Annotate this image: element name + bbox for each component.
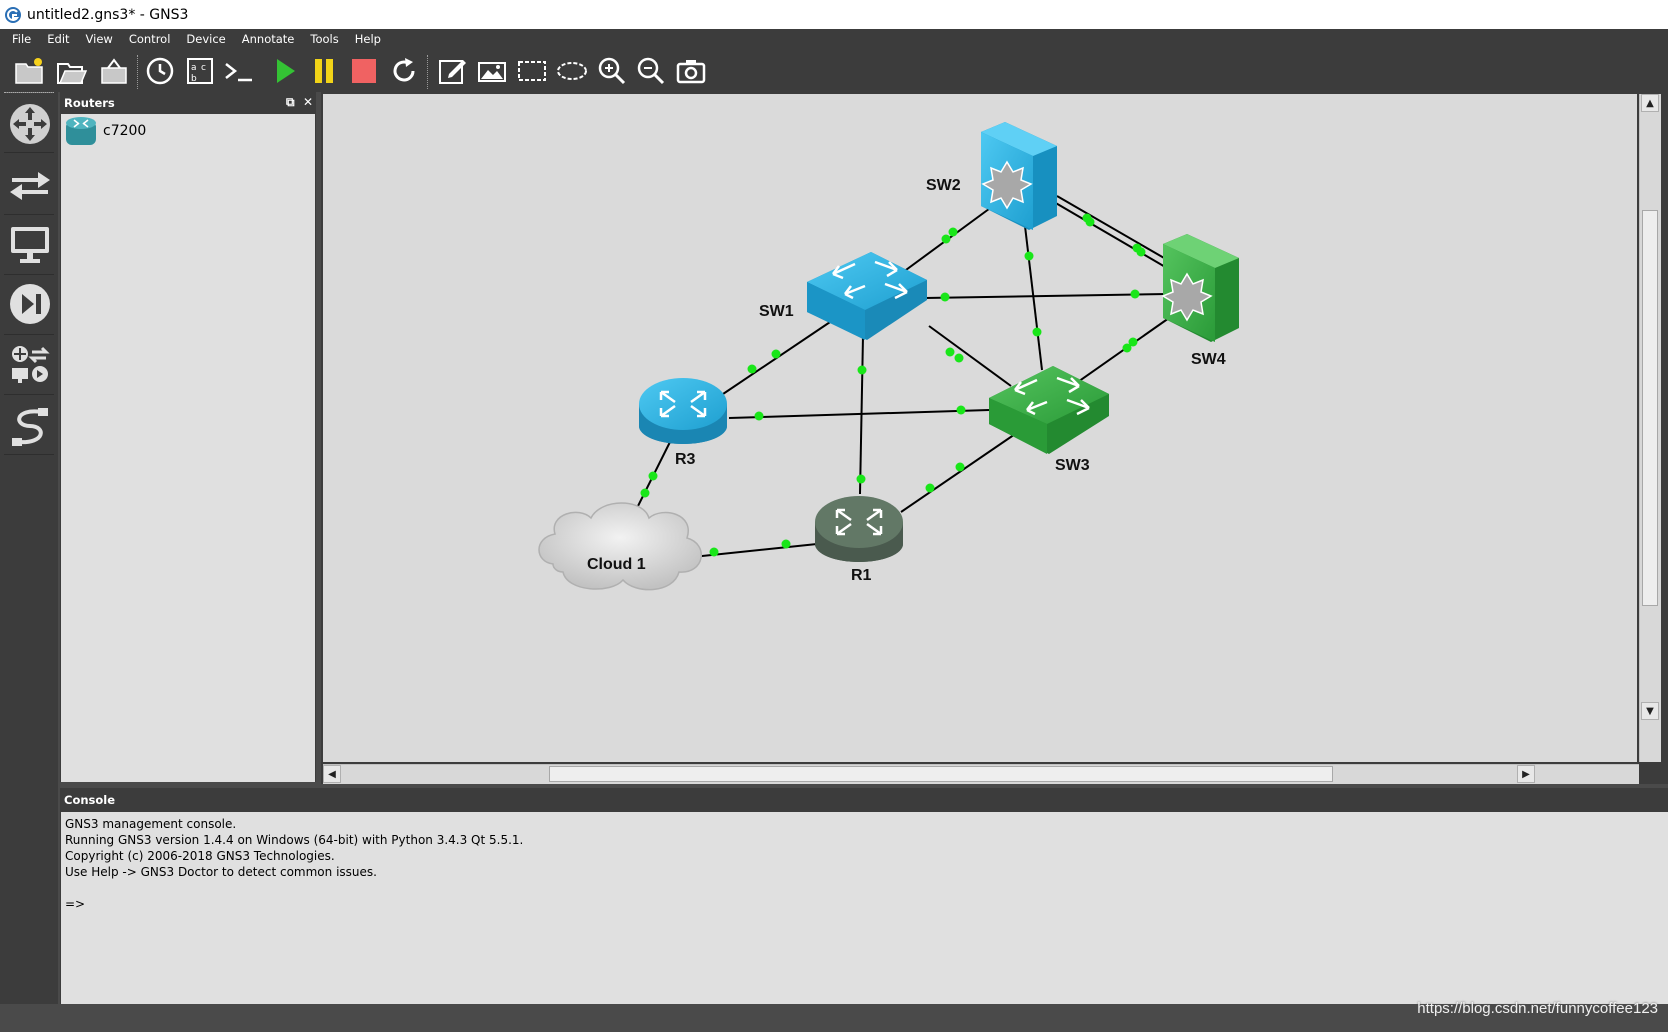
routers-panel-title: Routers [64, 96, 115, 110]
topology-canvas[interactable]: SW2 SW4 SW1 SW3 R3 R1 Cloud 1 [323, 94, 1637, 762]
device-category-toolbar [0, 92, 58, 1032]
node-sw1[interactable]: SW1 [759, 252, 927, 340]
routers-category-icon[interactable] [6, 100, 54, 148]
console-panel: Console GNS3 management console. Running… [60, 788, 1668, 1004]
svg-text:b: b [191, 74, 197, 84]
add-link-icon[interactable] [6, 402, 54, 450]
watermark-text: https://blog.csdn.net/funnycoffee123 [1417, 1000, 1658, 1017]
insert-image-icon[interactable] [474, 53, 510, 89]
link-sw1-r3 [722, 315, 840, 395]
reload-all-icon[interactable] [386, 53, 422, 89]
console-line: ​ [65, 880, 1664, 896]
window-title: untitled2.gns3* - GNS3 [27, 6, 189, 23]
node-label-sw4: SW4 [1191, 351, 1226, 368]
node-label-sw1: SW1 [759, 303, 794, 320]
scroll-up-icon[interactable]: ▲ [1641, 94, 1659, 112]
menu-file[interactable]: File [4, 32, 39, 46]
suspend-all-icon[interactable] [306, 53, 342, 89]
security-devices-category-icon[interactable] [6, 280, 54, 328]
vertical-scroll-thumb[interactable] [1642, 210, 1658, 606]
title-bar: untitled2.gns3* - GNS3 [0, 0, 1668, 29]
gns3-app-icon [5, 6, 21, 23]
zoom-out-icon[interactable] [633, 53, 669, 89]
menu-device[interactable]: Device [178, 32, 233, 46]
console-panel-header: Console [60, 788, 1668, 812]
history-icon[interactable] [142, 53, 178, 89]
link-sw1-sw3 [928, 325, 1012, 387]
topology-canvas-area: SW2 SW4 SW1 SW3 R3 R1 Cloud 1 ▲ ▼ ◀ ▶ [321, 92, 1668, 784]
routers-list: c7200 [61, 114, 315, 782]
scroll-down-icon[interactable]: ▼ [1641, 702, 1659, 720]
end-devices-category-icon[interactable] [6, 220, 54, 268]
node-label-r1: R1 [851, 567, 872, 584]
all-devices-icon[interactable] [6, 340, 54, 388]
node-label-r3: R3 [675, 451, 696, 468]
snapshot-icon[interactable] [96, 53, 132, 89]
node-sw4[interactable]: SW4 [1161, 234, 1239, 368]
router-entry-label: c7200 [103, 123, 147, 139]
router-entry-c7200[interactable]: c7200 [61, 114, 315, 148]
link-sw2-sw3 [1024, 225, 1043, 371]
draw-rectangle-icon[interactable] [514, 53, 550, 89]
menu-bar: File Edit View Control Device Annotate T… [0, 29, 1668, 49]
switches-category-icon[interactable] [6, 160, 54, 208]
link-sw1-r1 [859, 335, 864, 495]
menu-help[interactable]: Help [347, 32, 389, 46]
zoom-in-icon[interactable] [594, 53, 630, 89]
routers-panel: Routers ⧉ ✕ c7200 [60, 92, 316, 782]
svg-text:c: c [201, 63, 206, 73]
node-label-cloud1: Cloud 1 [587, 556, 646, 573]
close-icon[interactable]: ✕ [303, 95, 313, 109]
console-line: Running GNS3 version 1.4.4 on Windows (6… [65, 833, 524, 847]
menu-annotate[interactable]: Annotate [234, 32, 303, 46]
node-r3[interactable]: R3 [639, 378, 727, 468]
node-cloud1[interactable]: Cloud 1 [538, 502, 703, 591]
menu-tools[interactable]: Tools [302, 32, 346, 46]
undock-icon[interactable]: ⧉ [286, 95, 295, 110]
canvas-vertical-scrollbar[interactable]: ▲ ▼ [1639, 94, 1661, 762]
router-c7200-icon [66, 117, 96, 145]
new-project-icon[interactable] [12, 53, 48, 89]
main-toolbar: acb [0, 49, 1668, 92]
menu-control[interactable]: Control [121, 32, 179, 46]
console-prompt[interactable]: => [65, 896, 1664, 912]
canvas-horizontal-scrollbar[interactable]: ◀ ▶ [323, 764, 1639, 784]
svg-text:a: a [191, 63, 197, 73]
node-label-sw3: SW3 [1055, 457, 1090, 474]
node-label-sw2: SW2 [926, 177, 961, 194]
console-line: Copyright (c) 2006-2018 GNS3 Technologie… [65, 849, 335, 863]
console-line: Use Help -> GNS3 Doctor to detect common… [65, 865, 377, 879]
add-note-icon[interactable] [434, 53, 470, 89]
scroll-right-icon[interactable]: ▶ [1517, 765, 1535, 783]
console-panel-title: Console [64, 793, 116, 807]
menu-view[interactable]: View [78, 32, 121, 46]
console-output[interactable]: GNS3 management console. Running GNS3 ve… [61, 812, 1668, 1004]
screenshot-icon[interactable] [673, 53, 709, 89]
draw-ellipse-icon[interactable] [554, 53, 590, 89]
menu-edit[interactable]: Edit [39, 32, 77, 46]
node-r1[interactable]: R1 [815, 496, 903, 584]
link-sw2-sw4-b [1053, 201, 1168, 269]
show-interface-labels-icon[interactable]: acb [182, 53, 218, 89]
stop-all-icon[interactable] [346, 53, 382, 89]
node-sw2[interactable]: SW2 [926, 122, 1057, 230]
horizontal-scroll-thumb[interactable] [549, 766, 1333, 782]
console-all-icon[interactable] [220, 53, 256, 89]
open-project-icon[interactable] [54, 53, 90, 89]
link-sw2-sw4-a [1056, 195, 1172, 263]
console-line: GNS3 management console. [65, 817, 237, 831]
link-r3-sw3 [728, 409, 990, 419]
topology-diagram[interactable]: SW2 SW4 SW1 SW3 R3 R1 Cloud 1 [323, 94, 1637, 762]
routers-panel-header: Routers ⧉ ✕ [60, 92, 316, 114]
scroll-left-icon[interactable]: ◀ [323, 765, 341, 783]
link-sw3-sw4 [1074, 317, 1170, 385]
links [626, 195, 1172, 559]
link-cloud1-r1 [682, 543, 818, 559]
start-all-icon[interactable] [266, 53, 302, 89]
